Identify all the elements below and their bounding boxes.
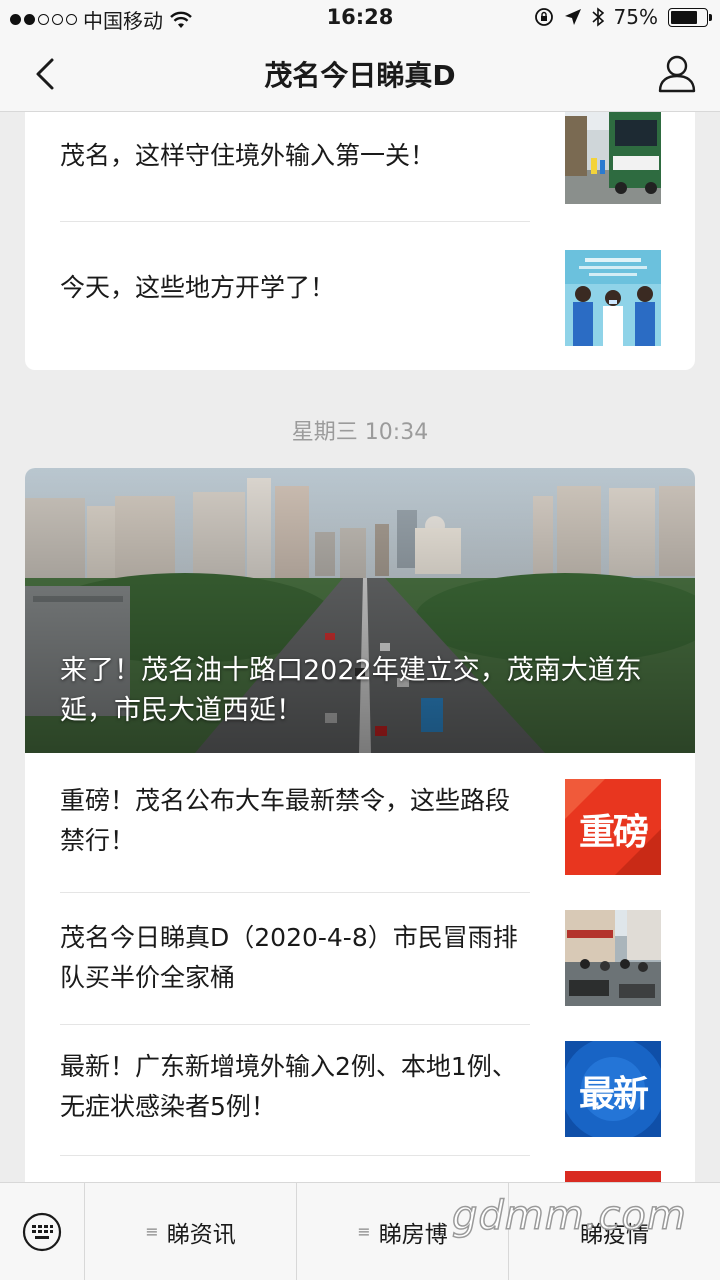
signal-strength-icon bbox=[10, 14, 77, 25]
battery-fill bbox=[671, 10, 697, 24]
message-feed[interactable]: 茂名，这样守住境外输入第一关！ 今天，这些地方开学了！ 星期三 10:34 来了… bbox=[0, 112, 720, 1182]
article-title: 重磅！茂名公布大车最新禁令，这些路段禁行！ bbox=[60, 786, 511, 855]
article-row[interactable]: 今天，这些地方开学了！ bbox=[25, 222, 695, 370]
article-card: 来了！茂名油十路口2022年建立交，茂南大道东延，市民大道西延！ 重磅！茂名公布… bbox=[25, 468, 695, 1182]
headline-thumbnail: 重磅 bbox=[565, 779, 661, 875]
wifi-icon bbox=[170, 11, 192, 28]
back-arrow-icon[interactable] bbox=[28, 54, 68, 94]
menu-item-label: 睇资讯 bbox=[166, 1221, 236, 1248]
submenu-icon: ≡ bbox=[145, 1222, 159, 1241]
carrier-label: 中国移动 bbox=[83, 9, 163, 33]
latest-news-thumbnail: 最新 bbox=[565, 1041, 661, 1137]
location-arrow-icon bbox=[564, 9, 581, 25]
user-profile-icon[interactable] bbox=[656, 52, 698, 94]
article-row[interactable]: 重磅！茂名公布大车最新禁令，这些路段禁行！ 重磅 bbox=[25, 753, 695, 892]
rainy-street-photo-thumbnail bbox=[565, 910, 661, 1006]
orientation-lock-icon bbox=[534, 8, 553, 26]
thumbnail-text: 最新 bbox=[578, 1074, 649, 1115]
nav-bar: 茂名今日睇真D bbox=[0, 36, 720, 112]
page-title: 茂名今日睇真D bbox=[264, 59, 456, 92]
menu-item-label: 睇疫情 bbox=[580, 1221, 649, 1248]
status-bar: 中国移动 16:28 75% bbox=[0, 0, 720, 36]
bluetooth-icon bbox=[592, 7, 604, 27]
students-masks-photo-thumbnail bbox=[565, 250, 661, 346]
article-row[interactable]: 茂名，这样守住境外输入第一关！ bbox=[25, 112, 695, 232]
keyboard-toggle-button[interactable] bbox=[0, 1183, 85, 1280]
battery-percent: 75% bbox=[613, 5, 658, 29]
article-thumbnail bbox=[565, 1171, 661, 1182]
thumbnail-text: 重磅 bbox=[578, 812, 649, 853]
article-title: 今天，这些地方开学了！ bbox=[60, 273, 336, 302]
menu-item-expo[interactable]: ≡ 睇房博 bbox=[297, 1183, 509, 1280]
article-card: 茂名，这样守住境外输入第一关！ 今天，这些地方开学了！ bbox=[25, 112, 695, 370]
battery-icon bbox=[668, 7, 712, 27]
bottom-menu-bar: ≡ 睇资讯 ≡ 睇房博 睇疫情 bbox=[0, 1182, 720, 1280]
message-timestamp: 星期三 10:34 bbox=[291, 420, 429, 445]
article-title: 茂名，这样守住境外输入第一关！ bbox=[60, 141, 436, 170]
article-title: 茂名今日睇真D（2020-4-8）市民冒雨排队买半价全家桶 bbox=[60, 923, 518, 992]
hero-article[interactable]: 来了！茂名油十路口2022年建立交，茂南大道东延，市民大道西延！ bbox=[25, 468, 695, 753]
menu-item-label: 睇房博 bbox=[378, 1221, 448, 1248]
article-row[interactable]: 茂名今日睇真D（2020-4-8）市民冒雨排队买半价全家桶 bbox=[25, 893, 695, 1024]
submenu-icon: ≡ bbox=[357, 1222, 371, 1241]
menu-item-epidemic[interactable]: 睇疫情 bbox=[509, 1183, 720, 1280]
menu-item-news[interactable]: ≡ 睇资讯 bbox=[85, 1183, 297, 1280]
keyboard-icon bbox=[22, 1212, 62, 1252]
article-row[interactable]: 最新！广东新增境外输入2例、本地1例、无症状感染者5例！ 最新 bbox=[25, 1025, 695, 1155]
hero-article-title: 来了！茂名油十路口2022年建立交，茂南大道东延，市民大道西延！ bbox=[60, 655, 642, 726]
status-left: 中国移动 bbox=[10, 5, 193, 34]
status-right: 75% bbox=[534, 5, 712, 29]
bus-street-photo-thumbnail bbox=[565, 112, 661, 204]
article-row[interactable] bbox=[25, 1156, 695, 1182]
article-title: 最新！广东新增境外输入2例、本地1例、无症状感染者5例！ bbox=[60, 1052, 517, 1121]
